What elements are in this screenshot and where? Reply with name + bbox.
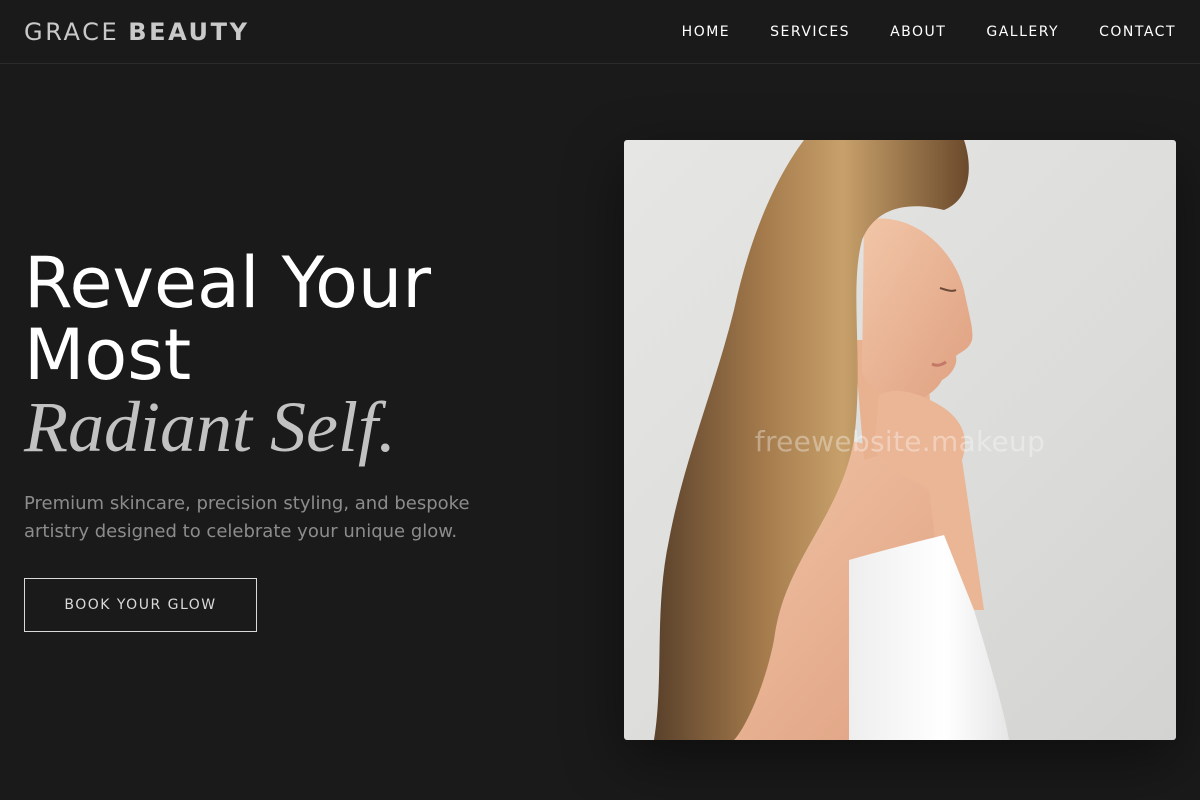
- hero-title-line-2: Most: [24, 314, 192, 396]
- nav-link-services[interactable]: SERVICES: [770, 25, 850, 39]
- image-watermark: freewebsite.makeup: [754, 425, 1046, 458]
- brand-logo[interactable]: GRACE BEAUTY: [24, 20, 250, 44]
- main-nav: HOME SERVICES ABOUT GALLERY CONTACT: [682, 25, 1176, 39]
- hero-title: Reveal Your Most Radiant Self.: [24, 247, 564, 463]
- hero-image: freewebsite.makeup: [624, 140, 1176, 740]
- brand-name-light: GRACE: [24, 17, 120, 46]
- hero-title-accent: Radiant Self.: [24, 387, 396, 467]
- nav-link-about[interactable]: ABOUT: [890, 25, 946, 39]
- nav-link-contact[interactable]: CONTACT: [1099, 25, 1176, 39]
- brand-name-bold: BEAUTY: [128, 17, 250, 46]
- hero-title-line-1: Reveal Your: [24, 242, 432, 324]
- hero-subtitle: Premium skincare, precision styling, and…: [24, 493, 470, 542]
- page: GRACE BEAUTY HOME SERVICES ABOUT GALLERY…: [0, 0, 1200, 800]
- book-your-glow-button[interactable]: BOOK YOUR GLOW: [24, 578, 257, 632]
- nav-link-gallery[interactable]: GALLERY: [986, 25, 1059, 39]
- nav-link-home[interactable]: HOME: [682, 25, 730, 39]
- site-header: GRACE BEAUTY HOME SERVICES ABOUT GALLERY…: [0, 0, 1200, 64]
